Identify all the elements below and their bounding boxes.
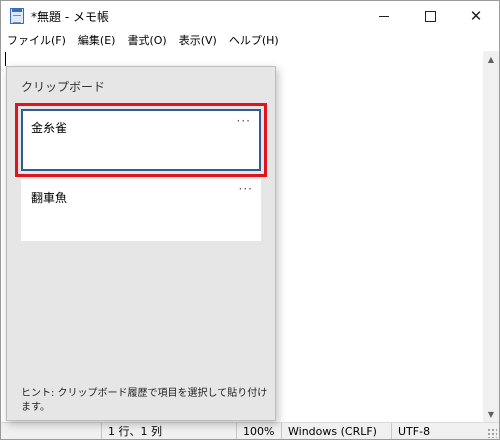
status-zoom: 100%: [236, 423, 281, 439]
clipboard-title: クリップボード: [21, 80, 106, 94]
menu-format[interactable]: 書式(O): [121, 31, 172, 51]
scroll-down-icon[interactable]: ▼: [483, 406, 499, 422]
clipboard-item-text: 金糸雀: [31, 121, 68, 135]
clipboard-item-text: 翻車魚: [31, 191, 68, 205]
notepad-window: *無題 - メモ帳 ✕ ファイル(F) 編集(E) 書式(O) 表示(V) ヘル…: [0, 0, 500, 440]
clipboard-history-panel: クリップボード 金糸雀 ··· 翻車魚 ··· ヒント: クリップボード履歴で項…: [6, 66, 276, 421]
more-options-icon[interactable]: ···: [237, 114, 251, 128]
vertical-scrollbar[interactable]: ▲ ▼: [483, 51, 499, 422]
notepad-icon: [10, 8, 24, 24]
window-title: *無題 - メモ帳: [31, 9, 109, 24]
menu-edit[interactable]: 編集(E): [72, 31, 122, 51]
status-position: 1 行、1 列: [101, 423, 236, 439]
maximize-icon: [424, 10, 436, 22]
menu-view[interactable]: 表示(V): [173, 31, 223, 51]
scroll-up-icon[interactable]: ▲: [483, 51, 499, 67]
status-line-ending: Windows (CRLF): [281, 423, 391, 439]
window-controls: ✕: [361, 1, 499, 31]
menu-bar: ファイル(F) 編集(E) 書式(O) 表示(V) ヘルプ(H): [1, 31, 499, 51]
minimize-icon: [379, 15, 389, 17]
menu-file[interactable]: ファイル(F): [1, 31, 72, 51]
title-bar[interactable]: *無題 - メモ帳 ✕: [1, 1, 499, 31]
status-bar: 1 行、1 列 100% Windows (CRLF) UTF-8: [1, 422, 499, 439]
maximize-button[interactable]: [407, 1, 453, 31]
status-encoding: UTF-8: [391, 423, 499, 439]
resize-grip-icon[interactable]: [487, 428, 497, 438]
clipboard-hint: ヒント: クリップボード履歴で項目を選択して貼り付けます。: [21, 388, 268, 413]
text-caret: [5, 52, 6, 66]
clipboard-item[interactable]: 翻車魚 ···: [21, 179, 261, 241]
more-options-icon[interactable]: ···: [239, 182, 253, 196]
close-icon: ✕: [469, 6, 483, 25]
minimize-button[interactable]: [361, 1, 407, 31]
close-button[interactable]: ✕: [453, 1, 499, 31]
menu-help[interactable]: ヘルプ(H): [223, 31, 285, 51]
clipboard-item-selected[interactable]: 金糸雀 ···: [15, 103, 267, 177]
